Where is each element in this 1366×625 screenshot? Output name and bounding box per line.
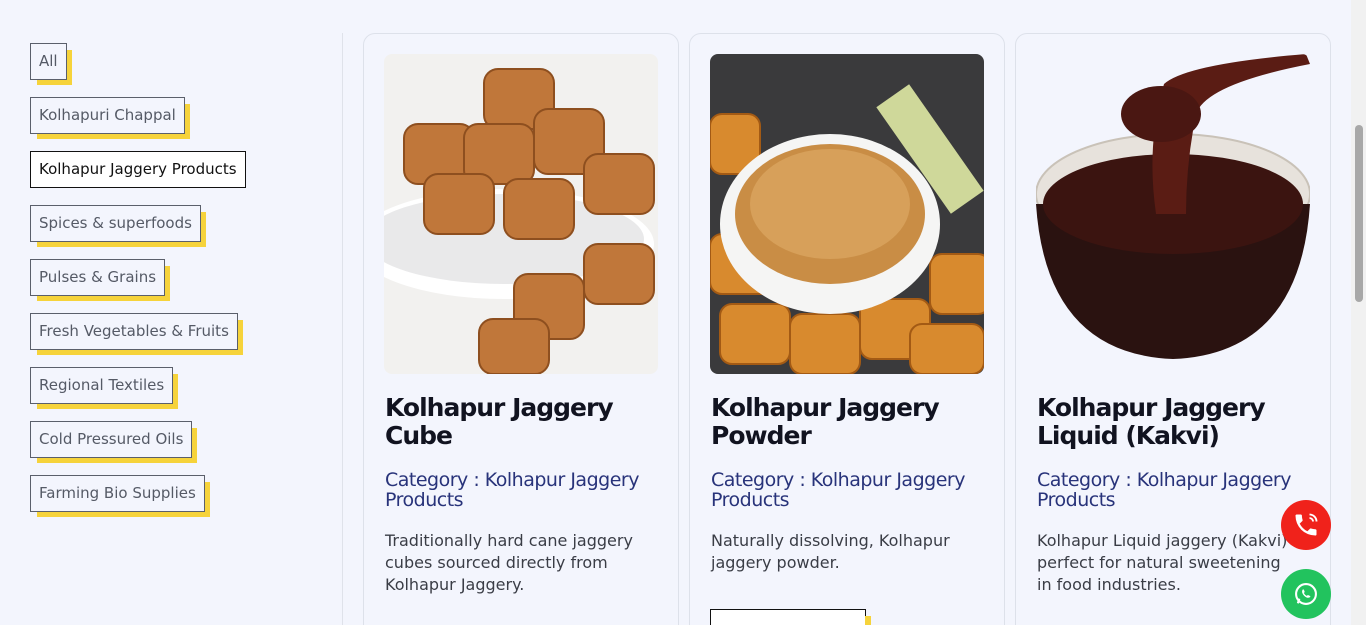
product-category: Category : Kolhapur Jaggery Products (711, 469, 965, 511)
filter-pulses-grains-button[interactable]: Pulses & Grains (30, 259, 171, 301)
filter-farming-bio-supplies-button[interactable]: Farming Bio Supplies (30, 475, 210, 517)
whatsapp-icon (1295, 583, 1317, 605)
product-title[interactable]: Kolhapur Jaggery Liquid (Kakvi) (1037, 394, 1317, 450)
filter-all-button[interactable]: All (30, 43, 72, 85)
filter-spices-superfoods-button[interactable]: Spices & superfoods (30, 205, 206, 247)
category-filter-sidebar: All Kolhapuri Chappal Kolhapur Jaggery P… (30, 43, 330, 529)
page-scrollbar[interactable] (1351, 0, 1366, 625)
filter-regional-textiles-button[interactable]: Regional Textiles (30, 367, 179, 409)
call-button[interactable] (1281, 500, 1331, 550)
product-card: Kolhapur Jaggery Cube Category : Kolhapu… (363, 33, 679, 625)
scrollbar-thumb[interactable] (1355, 125, 1363, 302)
jaggery-cubes-image[interactable] (384, 54, 658, 374)
whatsapp-button[interactable] (1281, 569, 1331, 619)
product-description: Kolhapur Liquid jaggery (Kakvi) perfect … (1037, 531, 1288, 594)
product-title[interactable]: Kolhapur Jaggery Powder (711, 394, 991, 450)
product-title[interactable]: Kolhapur Jaggery Cube (385, 394, 665, 450)
jaggery-powder-image[interactable] (710, 54, 984, 374)
product-description: Traditionally hard cane jaggery cubes so… (385, 531, 633, 594)
product-card: Kolhapur Jaggery Powder Category : Kolha… (689, 33, 1005, 625)
view-product-button[interactable] (710, 609, 871, 625)
filter-kolhapur-jaggery-products-button[interactable]: Kolhapur Jaggery Products (30, 151, 246, 188)
product-category: Category : Kolhapur Jaggery Products (385, 469, 639, 511)
phone-icon (1295, 513, 1318, 536)
product-description: Naturally dissolving, Kolhapur jaggery p… (711, 531, 950, 572)
filter-fresh-vegetables-fruits-button[interactable]: Fresh Vegetables & Fruits (30, 313, 243, 355)
sidebar-divider (342, 33, 343, 625)
filter-kolhapuri-chappal-button[interactable]: Kolhapuri Chappal (30, 97, 190, 139)
jaggery-liquid-image[interactable] (1036, 54, 1310, 374)
filter-cold-pressured-oils-button[interactable]: Cold Pressured Oils (30, 421, 198, 463)
product-category: Category : Kolhapur Jaggery Products (1037, 469, 1291, 511)
